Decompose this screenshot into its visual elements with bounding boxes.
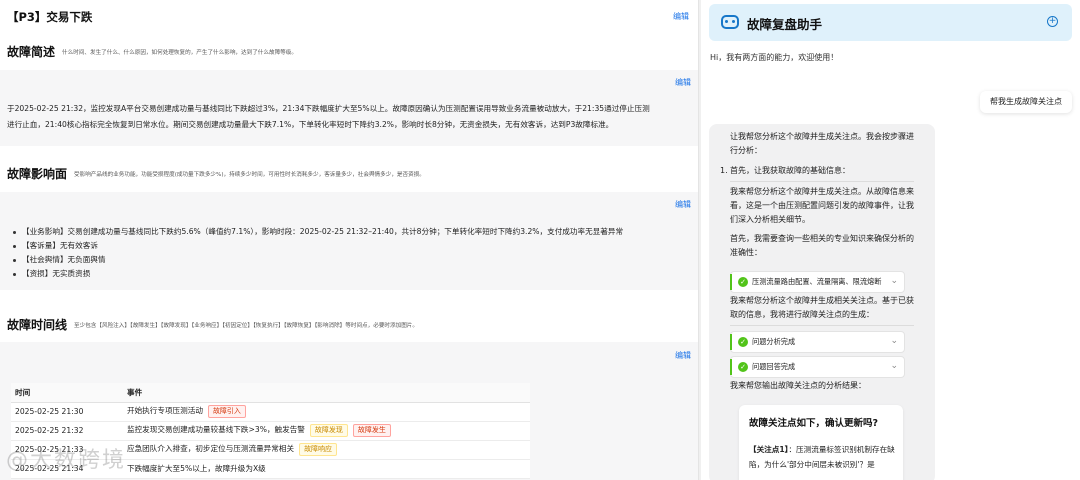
row-event-cell: 监控发现交易创建成功量较基线下跌>3%，触发告警 故障发现 故障发生 bbox=[123, 421, 530, 441]
reply-paragraph: 首先，我需要查询一些相关的专业知识来确保分析的准确性： bbox=[730, 234, 914, 257]
row-event-cell: 下跌幅度扩大至5%以上，故障升级为X级 bbox=[123, 459, 530, 479]
greeting-text: Hi，我有两方面的能力，欢迎使用！ bbox=[710, 53, 839, 62]
row-time: 2025-02-25 21:33 bbox=[11, 440, 123, 460]
reply-paragraph: 我来帮您分析这个故障并生成相关关注点。基于已获取的信息，我将进行故障关注点的生成… bbox=[730, 296, 914, 319]
timeline-heading: 故障时间线 bbox=[7, 318, 68, 332]
row-event-cell: 应急团队介入排查，初步定位与压测流量异常相关 故障响应 bbox=[123, 440, 530, 460]
chevron-down-icon: ⌄ bbox=[890, 336, 898, 346]
card-body: 【关注点1】：压测流量标签识别机制存在缺陷，为什么'部分中间层未被识别'？是 bbox=[749, 442, 897, 472]
status-bar bbox=[730, 334, 732, 350]
check-icon: ✓ bbox=[738, 362, 748, 372]
chevron-down-icon: ⌄ bbox=[890, 276, 898, 286]
new-chat-plus-icon[interactable]: + bbox=[1047, 16, 1058, 27]
row-time: 2025-02-25 21:34 bbox=[11, 459, 123, 479]
table-row: 2025-02-25 21:33 应急团队介入排查，初步定位与压测流量异常相关故… bbox=[11, 440, 530, 460]
edit-timeline-link[interactable]: 编辑 bbox=[675, 350, 691, 361]
check-icon: ✓ bbox=[738, 277, 748, 287]
chevron-down-icon: ⌄ bbox=[890, 361, 898, 371]
tool-call-knowledge[interactable]: ✓ 压测流量路由配置、流量隔离、限流熔断 ⌄ bbox=[730, 271, 905, 293]
list-item: 【资损】无实质资损 bbox=[12, 267, 623, 281]
reply-step-number: 1. bbox=[720, 166, 728, 175]
column-header-time: 时间 bbox=[11, 383, 123, 403]
row-event: 监控发现交易创建成功量较基线下跌>3%，触发告警 bbox=[127, 425, 305, 434]
status-badge: 故障引入 bbox=[207, 405, 246, 418]
assistant-panel: 故障复盘助手 + Hi，我有两方面的能力，欢迎使用！ 帮我生成故障关注点 让我帮… bbox=[701, 0, 1080, 480]
divider bbox=[730, 181, 914, 182]
column-header-event: 事件 bbox=[123, 383, 530, 403]
focus-points-card: 故障关注点如下，确认更新吗? 【关注点1】：压测流量标签识别机制存在缺陷，为什么… bbox=[739, 405, 903, 480]
status-bar bbox=[730, 274, 732, 290]
reply-intro: 让我帮您分析这个故障并生成关注点。我会按步骤进行分析： bbox=[730, 132, 914, 155]
summary-block: 编辑 于2025-02-25 21:32，监控发现A平台交易创建成功量与基线同比… bbox=[0, 70, 698, 146]
tool-call-answer[interactable]: ✓ 问题回答完成 ⌄ bbox=[730, 356, 905, 378]
list-item: 【社会舆情】无负面舆情 bbox=[12, 253, 623, 267]
row-event: 开始执行专项压测活动 bbox=[127, 406, 203, 415]
table-row: 2025-02-25 21:32 监控发现交易创建成功量较基线下跌>3%，触发告… bbox=[11, 421, 530, 441]
tool-call-analysis[interactable]: ✓ 问题分析完成 ⌄ bbox=[730, 331, 905, 353]
user-message: 帮我生成故障关注点 bbox=[980, 91, 1072, 113]
edit-summary-link[interactable]: 编辑 bbox=[675, 77, 691, 88]
reply-step1: 首先，让我获取故障的基础信息： bbox=[730, 166, 850, 175]
summary-text: 于2025-02-25 21:32，监控发现A平台交易创建成功量与基线同比下跌超… bbox=[7, 104, 650, 129]
timeline-hint: 至少包含【风险注入】【故障发生】【故障发现】【业务响应】【初因定位】【恢复执行】… bbox=[74, 323, 418, 329]
row-time: 2025-02-25 21:32 bbox=[11, 421, 123, 441]
table-row: 2025-02-25 21:30 开始执行专项压测活动 故障引入 bbox=[11, 402, 530, 422]
list-item: 【客诉量】无有效客诉 bbox=[12, 239, 623, 253]
list-item: 【业务影响】交易创建成功量与基线同比下跌约5.6%（峰值约7.1%），影响时段：… bbox=[12, 225, 623, 239]
tool-call-label: 问题分析完成 bbox=[752, 337, 796, 346]
reply-paragraph: 我来帮您分析这个故障并生成关注点。从故障信息来看，这是一个由压测配置问题引发的故… bbox=[730, 187, 914, 224]
edit-title-link[interactable]: 编辑 bbox=[673, 11, 689, 22]
row-event: 下跌幅度扩大至5%以上，故障升级为X级 bbox=[127, 464, 266, 473]
page-title: 【P3】交易下跌 bbox=[7, 10, 93, 24]
status-badge: 故障响应 bbox=[299, 443, 338, 456]
divider bbox=[730, 325, 914, 326]
summary-hint: 什么时间、发生了什么、什么原因，如何处理恢复的，产生了什么影响，达到了什么故障等… bbox=[62, 50, 297, 56]
impact-heading: 故障影响面 bbox=[7, 167, 68, 181]
assistant-reply: 让我帮您分析这个故障并生成关注点。我会按步骤进行分析： 1. 首先，让我获取故障… bbox=[709, 124, 935, 480]
check-icon: ✓ bbox=[738, 337, 748, 347]
reply-paragraph: 我来帮您输出故障关注点的分析结果： bbox=[730, 381, 866, 390]
table-header-row: 时间 事件 bbox=[11, 383, 530, 403]
status-badge: 故障发现 bbox=[309, 424, 348, 437]
impact-list: 【业务影响】交易创建成功量与基线同比下跌约5.6%（峰值约7.1%），影响时段：… bbox=[12, 225, 623, 281]
row-event: 应急团队介入排查，初步定位与压测流量异常相关 bbox=[127, 444, 295, 453]
incident-document: 【P3】交易下跌 编辑 故障简述 什么时间、发生了什么、什么原因，如何处理恢复的… bbox=[0, 0, 698, 480]
row-event-cell: 开始执行专项压测活动 故障引入 bbox=[123, 402, 530, 422]
tool-call-label: 压测流量路由配置、流量隔离、限流熔断 bbox=[752, 277, 882, 286]
focus-point-label: 【关注点1】 bbox=[749, 445, 789, 454]
row-time: 2025-02-25 21:30 bbox=[11, 402, 123, 422]
assistant-title: 故障复盘助手 bbox=[747, 17, 823, 32]
robot-icon bbox=[721, 15, 739, 29]
summary-heading: 故障简述 bbox=[7, 45, 56, 59]
edit-impact-link[interactable]: 编辑 bbox=[675, 199, 691, 210]
assistant-header: 故障复盘助手 + bbox=[709, 4, 1072, 41]
status-badge: 故障发生 bbox=[352, 424, 391, 437]
impact-block: 编辑 【业务影响】交易创建成功量与基线同比下跌约5.6%（峰值约7.1%），影响… bbox=[0, 192, 698, 290]
impact-hint: 受影响产品线的业务功能，功能受损程度(成功量下跌多少%)，持续多少时间，可用性时… bbox=[74, 172, 425, 178]
tool-call-label: 问题回答完成 bbox=[752, 362, 796, 371]
timeline-table: 时间 事件 2025-02-25 21:30 开始执行专项压测活动 故障引入 20… bbox=[11, 383, 530, 479]
table-row: 2025-02-25 21:34 下跌幅度扩大至5%以上，故障升级为X级 bbox=[11, 459, 530, 479]
status-bar bbox=[730, 359, 732, 375]
card-title: 故障关注点如下，确认更新吗? bbox=[749, 418, 879, 429]
